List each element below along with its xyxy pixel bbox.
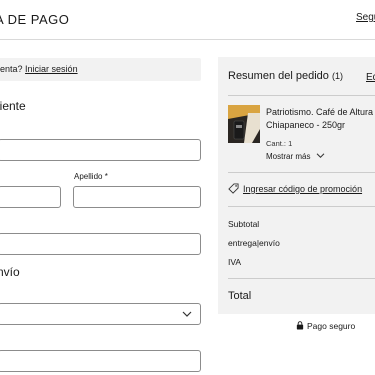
shipping-section-title: nvío [0,265,20,279]
order-item-count: (1) [331,71,343,81]
product-thumbnail [228,105,260,143]
delivery-label: entrega|envío [228,238,280,248]
header-continue-shopping-link[interactable]: Segu [356,12,375,23]
summary-divider [228,172,375,173]
promo-code-label: Ingresar código de promoción [243,184,363,194]
last-name-field[interactable] [73,186,201,208]
lock-icon [296,321,304,330]
show-more-button[interactable]: Mostrar más [266,152,325,161]
phone-field[interactable] [0,233,201,255]
login-banner-text: enta? Iniciar sesión [0,64,78,74]
header-divider [0,39,375,40]
address-field[interactable] [0,350,201,372]
secure-payment-note: Pago seguro [296,321,355,331]
product-name: Patriotismo. Café de Altura Chiapaneco -… [266,107,374,130]
summary-divider [228,278,375,279]
summary-divider [228,206,375,207]
login-prompt: enta? [0,64,23,74]
edit-cart-link[interactable]: Ed [366,72,375,83]
subtotal-label: Subtotal [228,219,260,229]
tag-icon [228,183,239,194]
product-quantity: Cant.: 1 [266,139,293,148]
order-summary-heading: Resumen del pedido [228,70,329,82]
country-select[interactable] [0,303,201,325]
summary-divider [228,95,375,96]
email-field[interactable] [0,139,201,161]
secure-payment-label: Pago seguro [307,321,356,331]
promo-code-link[interactable]: Ingresar código de promoción [228,183,362,194]
login-link[interactable]: Iniciar sesión [25,64,78,74]
last-name-label: Apellido * [74,172,108,181]
tax-label: IVA [228,257,242,267]
first-name-field[interactable] [0,186,61,208]
chevron-down-icon [182,311,192,317]
chevron-down-icon [316,153,325,158]
total-label: Total [228,290,252,302]
page-title: A DE PAGO [0,12,70,27]
show-more-label: Mostrar más [266,152,311,161]
order-summary-title: Resumen del pedido (1) [228,70,343,82]
customer-section-title: liente [0,99,26,113]
